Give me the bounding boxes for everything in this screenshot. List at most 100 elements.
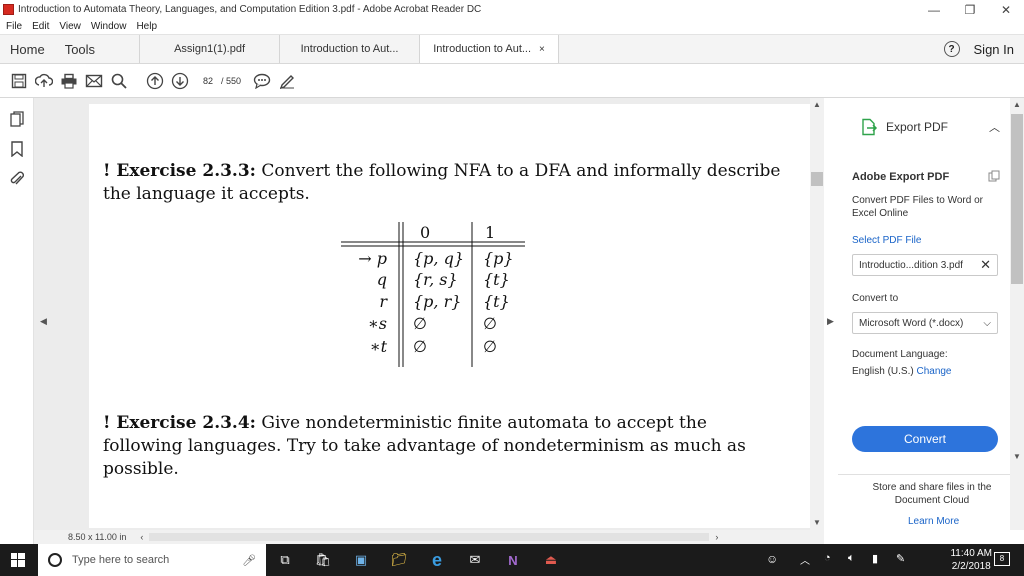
remove-file-icon[interactable]: ✕ [980, 257, 991, 273]
title-bar: Introduction to Automata Theory, Languag… [0, 0, 1024, 19]
taskbar-search-box[interactable]: Type here to search 🎤︎ [38, 544, 266, 576]
exercise-label: ! Exercise 2.3.3: [103, 161, 256, 181]
tools-tab[interactable]: Tools [55, 35, 105, 63]
hscroll-right-arrow-icon[interactable]: › [715, 532, 718, 542]
panel-scroll-up-icon[interactable]: ▲ [1013, 100, 1021, 109]
menu-edit[interactable]: Edit [32, 21, 49, 32]
minimize-button[interactable]: — [916, 3, 952, 17]
cell-t-1: ∅ [483, 337, 497, 356]
highlight-pen-icon[interactable] [276, 70, 298, 92]
people-icon[interactable]: ☺ [766, 552, 778, 566]
save-icon[interactable] [8, 70, 30, 92]
tab-assign1[interactable]: Assign1(1).pdf [139, 35, 279, 63]
edge-icon[interactable]: e [418, 544, 456, 576]
menu-window[interactable]: Window [91, 21, 127, 32]
cell-s-0: ∅ [413, 314, 427, 333]
help-icon[interactable]: ? [943, 41, 960, 57]
scroll-left-arrow-icon[interactable]: ◀ [40, 316, 47, 327]
system-clock[interactable]: 11:40 AM 2/2/2018 [950, 544, 992, 576]
menu-file[interactable]: File [6, 21, 22, 32]
email-icon[interactable] [83, 70, 105, 92]
nfa-transition-table: 0 1 → p {p, q} {p} q {r, s} {t} r {p, r}… [341, 222, 525, 367]
home-tab[interactable]: Home [0, 35, 55, 63]
scroll-down-arrow-icon[interactable]: ▼ [813, 518, 821, 527]
search-icon[interactable] [108, 70, 130, 92]
sign-in-link[interactable]: Sign In [974, 42, 1014, 57]
state-t: ∗t [370, 337, 388, 356]
horizontal-scrollbar-track[interactable] [149, 533, 710, 541]
volume-icon[interactable]: 🔈︎ [848, 552, 855, 565]
tab-introduction-1[interactable]: Introduction to Aut... [279, 35, 419, 63]
convert-to-label: Convert to [852, 293, 899, 304]
scroll-up-arrow-icon[interactable]: ▲ [813, 100, 821, 109]
tab-label: Introduction to Aut... [433, 43, 532, 55]
tab-introduction-active[interactable]: Introduction to Aut... × [419, 35, 560, 63]
taskbar-search-placeholder: Type here to search [72, 554, 170, 566]
export-pdf-header[interactable]: Export PDF ︿ [860, 118, 1000, 136]
tab-label: Assign1(1).pdf [174, 43, 246, 55]
microphone-icon[interactable]: 🎤︎ [242, 554, 256, 567]
toolbar: 82 / 550 [0, 64, 1024, 98]
change-language-link[interactable]: Change [916, 366, 951, 377]
left-tool-rail [0, 98, 34, 544]
page-number-input[interactable]: 82 [199, 76, 217, 86]
scrollbar-thumb[interactable] [811, 172, 823, 186]
document-vertical-scrollbar[interactable]: ▲ ▼ [810, 98, 824, 544]
tab-bar: Home Tools Assign1(1).pdf Introduction t… [0, 35, 1024, 64]
store-icon[interactable]: 🛍︎ [304, 544, 342, 576]
menu-help[interactable]: Help [136, 21, 157, 32]
file-explorer-icon[interactable]: 📁︎ [380, 544, 418, 576]
wifi-icon[interactable]: ◔ [824, 552, 831, 564]
pen-icon[interactable]: ✎ [896, 552, 905, 565]
bookmark-icon[interactable] [0, 134, 34, 164]
mail-icon[interactable]: ✉ [456, 544, 494, 576]
copy-icon[interactable] [988, 170, 1000, 185]
cell-p-0: {p, q} [413, 249, 464, 268]
format-select[interactable]: Microsoft Word (*.docx) ⌵ [852, 312, 998, 334]
task-view-icon[interactable]: ⧉ [266, 544, 304, 576]
pages-thumbnail-icon[interactable] [0, 104, 34, 134]
battery-icon[interactable]: ▮ [872, 552, 878, 565]
tab-close-icon[interactable]: × [539, 44, 545, 55]
document-language-value: English (U.S.) [852, 366, 914, 377]
acrobat-taskbar-icon[interactable]: ⏏ [532, 544, 570, 576]
windows-start-icon[interactable] [11, 553, 25, 572]
convert-button[interactable]: Convert [852, 426, 998, 452]
panel-scrollbar-thumb[interactable] [1011, 114, 1023, 284]
close-window-button[interactable]: ✕ [988, 3, 1024, 17]
scroll-right-arrow-icon[interactable]: ▶ [827, 316, 834, 327]
export-description: Convert PDF Files to Word or Excel Onlin… [852, 195, 983, 219]
comment-icon[interactable] [251, 70, 273, 92]
upload-cloud-icon[interactable] [33, 70, 55, 92]
state-q: q [377, 270, 387, 289]
export-pdf-icon [862, 118, 878, 136]
menu-view[interactable]: View [59, 21, 81, 32]
page-count: / 550 [221, 75, 242, 86]
restore-button[interactable]: ❐ [952, 3, 988, 17]
clock-time: 11:40 AM [950, 548, 992, 559]
panel-scrollbar[interactable]: ▲ ▼ [1010, 98, 1024, 530]
page-size-label: 8.50 x 11.00 in [68, 532, 127, 542]
panel-scroll-down-icon[interactable]: ▼ [1013, 452, 1021, 461]
state-s: ∗s [368, 314, 387, 333]
learn-more-link[interactable]: Learn More [908, 516, 959, 527]
attachment-icon[interactable] [0, 164, 34, 194]
onenote-icon[interactable]: N [494, 544, 532, 576]
print-icon[interactable] [58, 70, 80, 92]
selected-file-field[interactable]: Introductio...dition 3.pdf ✕ [852, 254, 998, 276]
collapse-chevron-icon[interactable]: ︿ [989, 119, 1000, 135]
selected-file-name: Introductio...dition 3.pdf [859, 259, 963, 271]
photos-icon[interactable]: ▣ [342, 544, 380, 576]
table-header-1: 1 [485, 223, 495, 242]
next-page-icon[interactable] [169, 70, 191, 92]
hscroll-left-arrow-icon[interactable]: ‹ [140, 532, 143, 542]
action-center-icon[interactable]: 8 [994, 552, 1010, 566]
export-pdf-title: Export PDF [886, 120, 949, 134]
document-viewport[interactable]: ◀ ! Exercise 2.3.3: Convert the followin… [34, 98, 834, 544]
notification-count: 8 [999, 554, 1005, 563]
previous-page-icon[interactable] [144, 70, 166, 92]
tray-chevron-icon[interactable]: ︿ [800, 552, 810, 567]
menu-bar: File Edit View Window Help [0, 19, 1024, 35]
select-pdf-file-link[interactable]: Select PDF File [852, 235, 921, 246]
tab-label: Introduction to Aut... [300, 43, 399, 55]
